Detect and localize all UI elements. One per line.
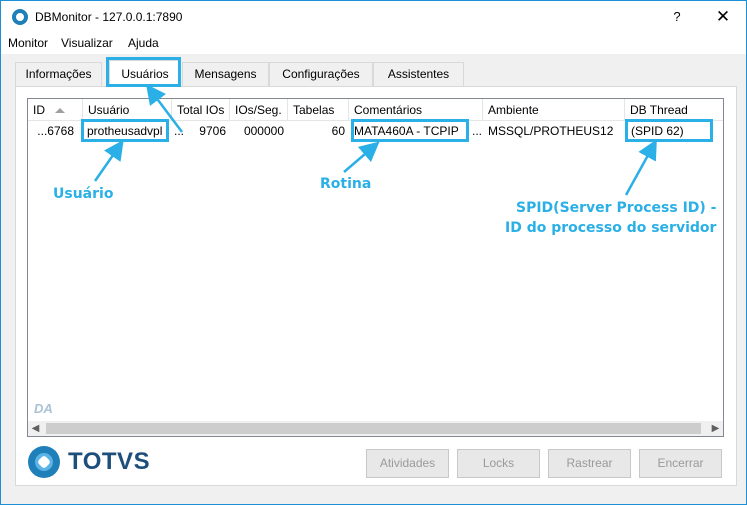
totvs-logo-icon	[28, 446, 60, 478]
help-button[interactable]: ?	[657, 1, 697, 32]
cell-db-thread: (SPID 62)	[631, 124, 684, 138]
atividades-button[interactable]: Atividades	[366, 449, 449, 478]
locks-button[interactable]: Locks	[457, 449, 540, 478]
col-header-usuario[interactable]: Usuário	[83, 99, 172, 121]
col-header-db-thread[interactable]: DB Thread	[625, 99, 723, 121]
tab-configuracoes[interactable]: Configurações	[269, 62, 373, 86]
dbmonitor-icon	[12, 9, 28, 25]
grid-header: ID Usuário Total IOs IOs/Seg. Tabelas Co…	[28, 99, 723, 121]
scroll-left-icon[interactable]: ◀	[28, 421, 43, 436]
dbmonitor-window: DBMonitor - 127.0.0.1:7890 ? ✕ Monitor V…	[0, 0, 747, 505]
col-header-comentarios[interactable]: Comentários	[349, 99, 483, 121]
watermark-logo: DA	[34, 401, 53, 416]
encerrar-button[interactable]: Encerrar	[639, 449, 722, 478]
totvs-logo-text: TOTVS	[68, 448, 151, 475]
window-title: DBMonitor - 127.0.0.1:7890	[35, 10, 183, 24]
menu-ajuda[interactable]: Ajuda	[128, 36, 159, 50]
users-panel: ID Usuário Total IOs IOs/Seg. Tabelas Co…	[15, 86, 737, 486]
horizontal-scrollbar[interactable]: ◀ ▶	[28, 421, 723, 436]
cell-comentarios-truncation: ...	[472, 124, 483, 138]
menu-bar: Monitor Visualizar Ajuda	[1, 32, 746, 54]
scroll-right-icon[interactable]: ▶	[708, 421, 723, 436]
annotation-spid-line2: ID do processo do servidor	[505, 220, 717, 236]
cell-ambiente: MSSQL/PROTHEUS12	[488, 124, 614, 138]
annotation-usuario: Usuário	[53, 186, 114, 202]
menu-visualizar[interactable]: Visualizar	[61, 36, 113, 50]
cell-total-ios: 9706	[199, 124, 226, 138]
tab-informacoes[interactable]: Informações	[15, 62, 102, 86]
title-bar: DBMonitor - 127.0.0.1:7890 ? ✕	[1, 1, 746, 32]
col-header-ambiente[interactable]: Ambiente	[483, 99, 625, 121]
tab-mensagens[interactable]: Mensagens	[182, 62, 269, 86]
tab-usuarios[interactable]: Usuários	[109, 60, 181, 86]
col-header-total-ios[interactable]: Total IOs	[172, 99, 230, 121]
rastrear-button[interactable]: Rastrear	[548, 449, 631, 478]
col-header-ios-seg[interactable]: IOs/Seg.	[230, 99, 288, 121]
users-grid[interactable]: ID Usuário Total IOs IOs/Seg. Tabelas Co…	[27, 98, 724, 437]
col-header-id[interactable]: ID	[28, 99, 83, 121]
annotation-spid-line1: SPID(Server Process ID) -	[516, 200, 717, 216]
table-row[interactable]: ...6768 protheusadvpl ... 9706 000000 60…	[28, 121, 723, 141]
sort-ascending-icon	[55, 108, 65, 114]
tab-assistentes[interactable]: Assistentes	[373, 62, 464, 86]
menu-monitor[interactable]: Monitor	[8, 36, 48, 50]
cell-ios-seg: 000000	[243, 124, 284, 138]
close-button[interactable]: ✕	[701, 1, 745, 32]
cell-id: ...6768	[37, 124, 74, 138]
cell-comentarios: MATA460A - TCPIP	[354, 124, 459, 138]
cell-usuario: protheusadvpl	[87, 124, 163, 138]
cell-tabelas: 60	[331, 124, 345, 138]
scroll-thumb[interactable]	[46, 423, 701, 434]
col-header-tabelas[interactable]: Tabelas	[288, 99, 349, 121]
annotation-rotina: Rotina	[320, 176, 372, 192]
